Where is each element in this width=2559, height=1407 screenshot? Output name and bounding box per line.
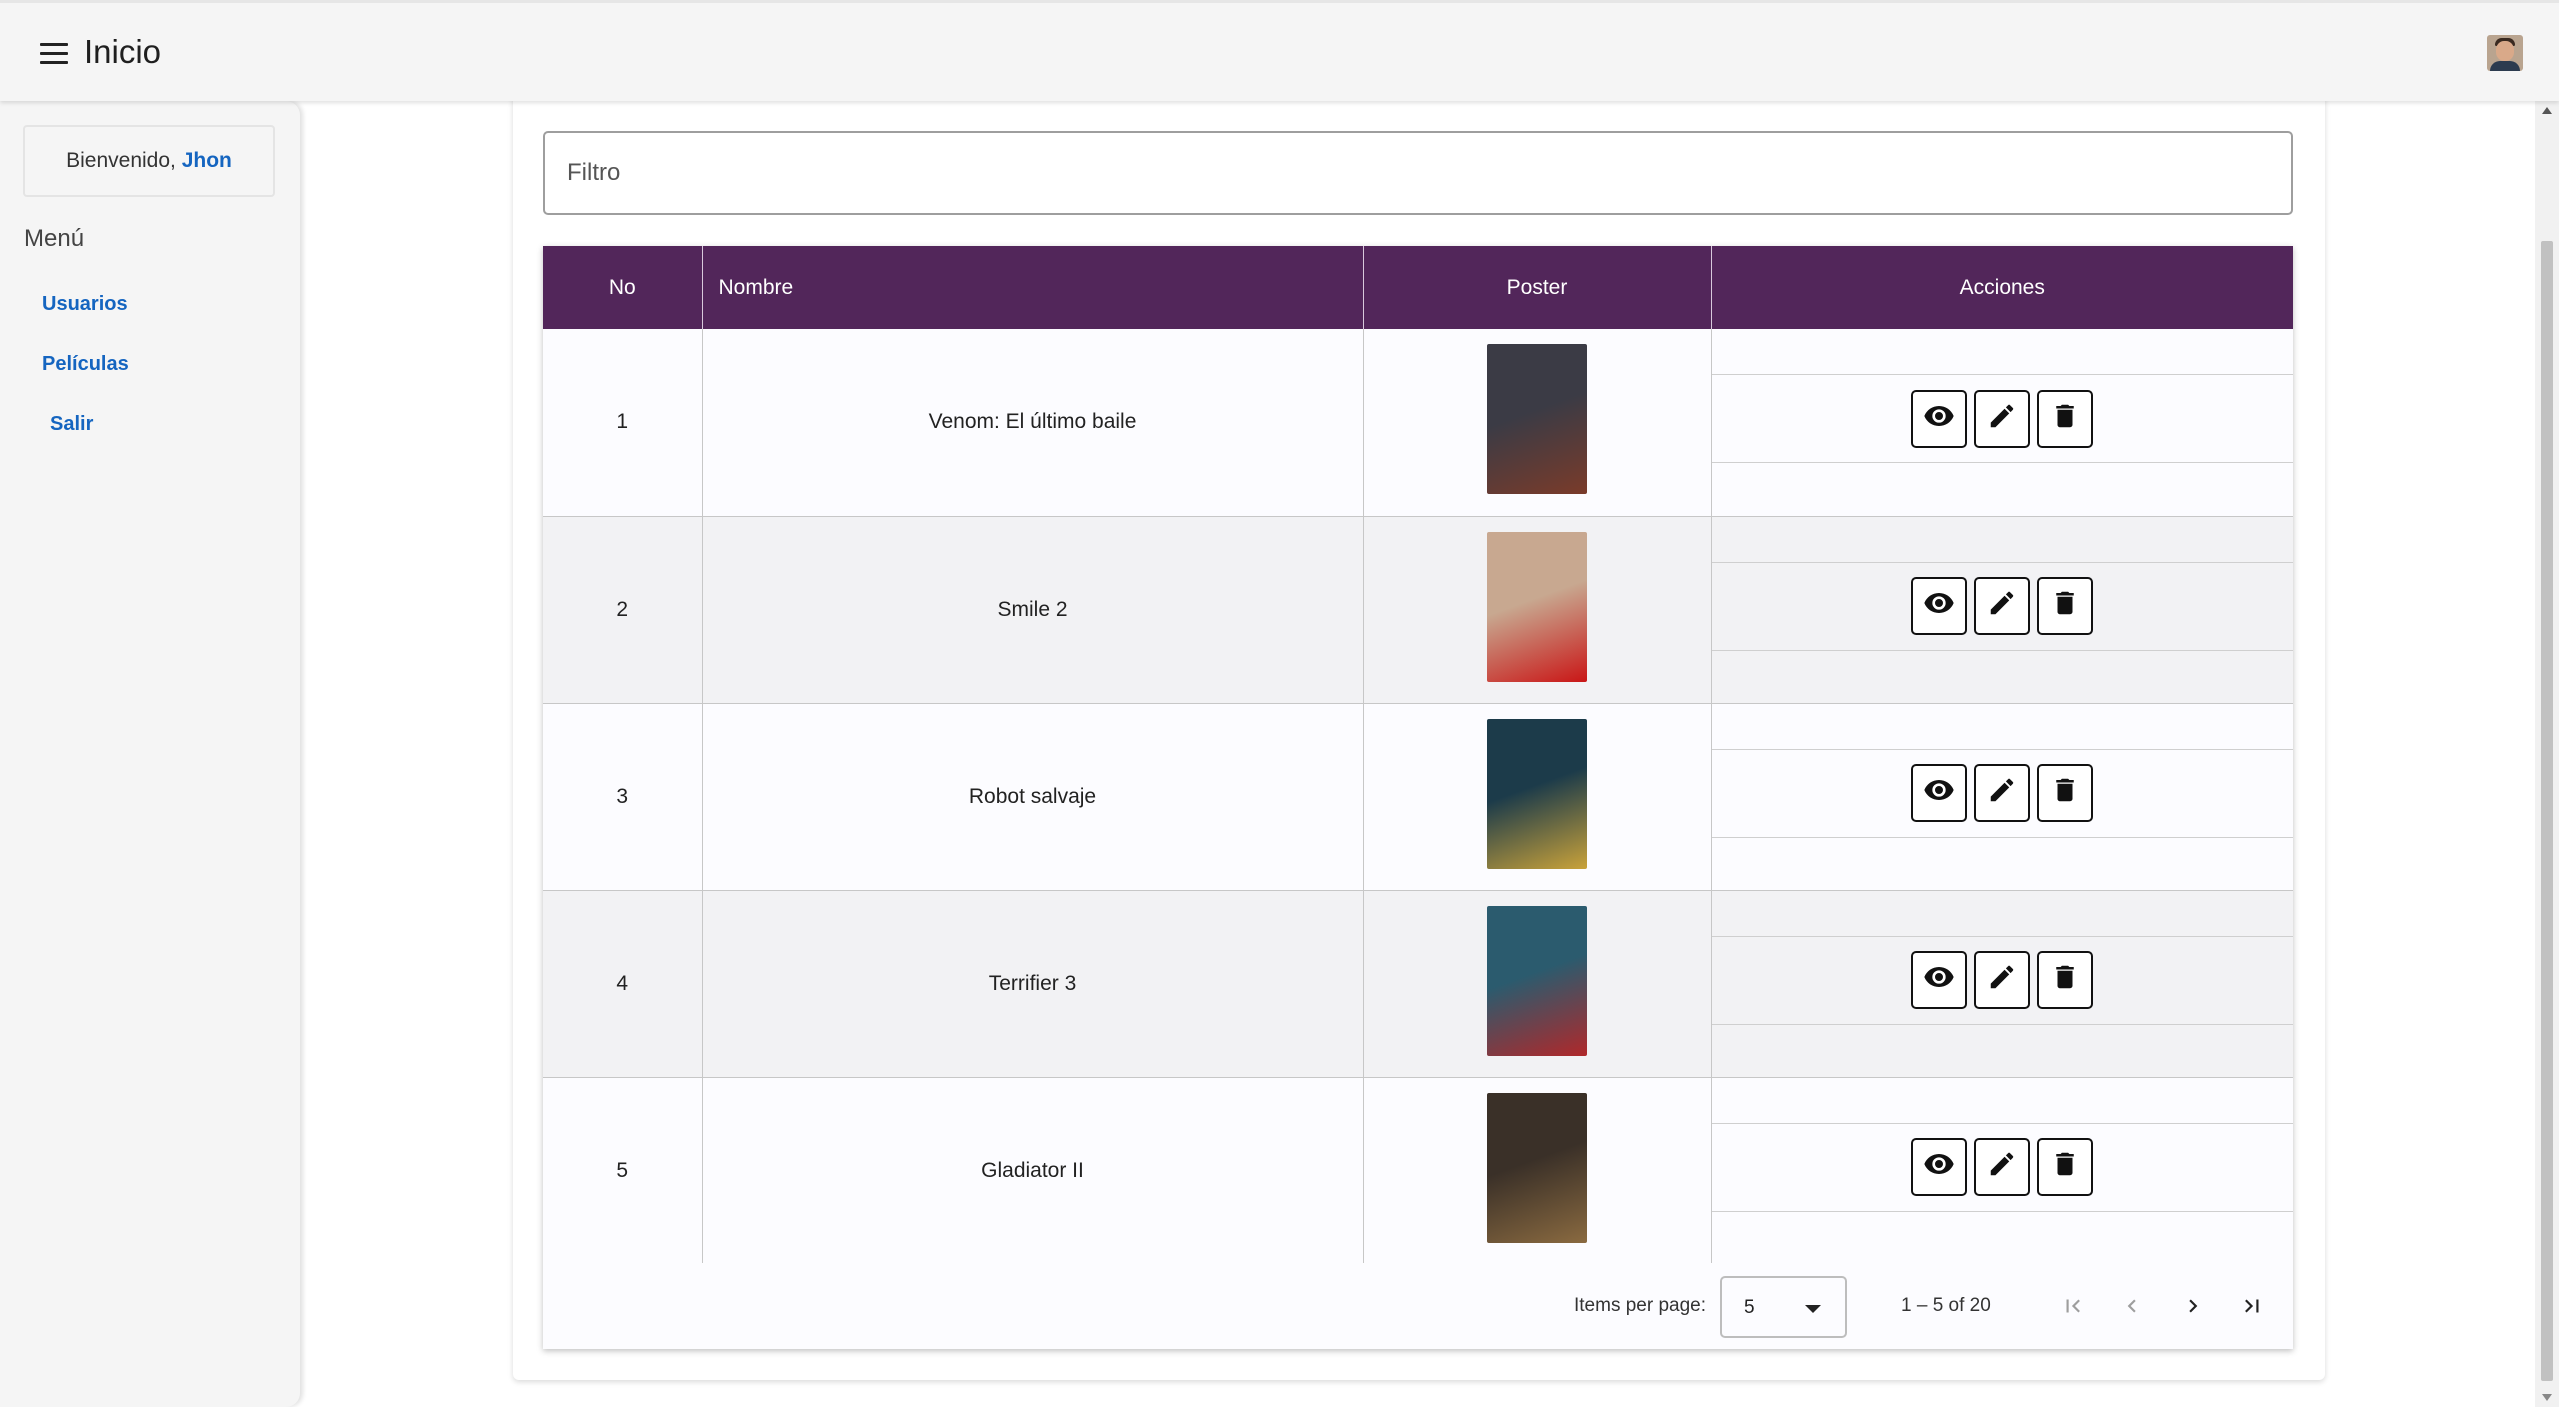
- movie-poster-image: [1487, 531, 1587, 682]
- movie-poster-image: [1487, 344, 1587, 495]
- view-button[interactable]: [1911, 951, 1968, 1009]
- welcome-box: Bienvenido, Jhon: [23, 125, 275, 197]
- first-page-icon[interactable]: [2051, 1284, 2095, 1328]
- eye-icon: [1923, 400, 1955, 438]
- avatar[interactable]: [2487, 35, 2523, 71]
- edit-button[interactable]: [1974, 577, 2031, 635]
- table-row[interactable]: 2 Smile 2: [543, 516, 2293, 704]
- edit-button[interactable]: [1974, 1138, 2031, 1196]
- trash-icon: [2050, 775, 2080, 811]
- cell-no: 2: [543, 516, 703, 704]
- movie-poster-image: [1487, 1092, 1587, 1243]
- trash-icon: [2050, 962, 2080, 998]
- actions-group: [1711, 1122, 2293, 1212]
- cell-poster: [1363, 703, 1712, 891]
- view-button[interactable]: [1911, 1138, 1968, 1196]
- delete-button[interactable]: [2037, 1138, 2094, 1196]
- actions-group: [1711, 561, 2293, 651]
- eye-icon: [1923, 587, 1955, 625]
- table-row[interactable]: 1 Venom: El último baile: [543, 329, 2293, 517]
- actions-group: [1711, 935, 2293, 1025]
- scroll-thumb[interactable]: [2541, 241, 2553, 1381]
- column-header-acciones: Acciones: [1959, 275, 2045, 299]
- scroll-down-arrow-icon[interactable]: [2542, 1394, 2552, 1401]
- edit-button[interactable]: [1974, 764, 2031, 822]
- pencil-icon: [1987, 588, 2017, 624]
- next-page-icon[interactable]: [2171, 1284, 2215, 1328]
- sidebar: Bienvenido, Jhon Menú Usuarios Películas…: [0, 101, 300, 1407]
- cell-acciones: [1711, 890, 2293, 1078]
- cell-nombre: Smile 2: [702, 516, 1364, 704]
- pencil-icon: [1987, 401, 2017, 437]
- cell-poster: [1363, 890, 1712, 1078]
- sidebar-item-peliculas[interactable]: Películas: [42, 353, 129, 376]
- cell-acciones: [1711, 516, 2293, 704]
- actions-group: [1711, 748, 2293, 838]
- eye-icon: [1923, 961, 1955, 999]
- sidebar-item-usuarios[interactable]: Usuarios: [42, 293, 128, 316]
- view-button[interactable]: [1911, 764, 1968, 822]
- items-per-page-select[interactable]: 5: [1720, 1276, 1847, 1338]
- pencil-icon: [1987, 962, 2017, 998]
- dropdown-arrow-icon: [1805, 1305, 1821, 1313]
- paginator: Items per page: 5 1 – 5 of 20: [543, 1263, 2293, 1349]
- cell-nombre: Robot salvaje: [702, 703, 1364, 891]
- pencil-icon: [1987, 775, 2017, 811]
- items-per-page-label: Items per page:: [1574, 1295, 1707, 1316]
- filter-input[interactable]: [545, 133, 2291, 213]
- page-range-label: 1 – 5 of 20: [1901, 1295, 1991, 1316]
- cell-no: 5: [543, 1077, 703, 1265]
- page-title: Inicio: [84, 33, 162, 70]
- cell-nombre: Terrifier 3: [702, 890, 1364, 1078]
- trash-icon: [2050, 588, 2080, 624]
- view-button[interactable]: [1911, 389, 1968, 448]
- column-header-no[interactable]: No: [543, 246, 703, 329]
- cell-poster: [1363, 329, 1712, 517]
- delete-button[interactable]: [2037, 764, 2094, 822]
- cell-no: 1: [543, 329, 703, 517]
- delete-button[interactable]: [2037, 951, 2094, 1009]
- previous-page-icon[interactable]: [2110, 1284, 2154, 1328]
- cell-acciones: [1711, 703, 2293, 891]
- cell-nombre: Gladiator II: [702, 1077, 1364, 1265]
- items-per-page-value: 5: [1744, 1297, 1755, 1318]
- delete-button[interactable]: [2037, 577, 2094, 635]
- cell-acciones: [1711, 329, 2293, 517]
- cell-poster: [1363, 1077, 1712, 1265]
- column-header-nombre[interactable]: Nombre: [702, 246, 1364, 329]
- view-button[interactable]: [1911, 577, 1968, 635]
- cell-no: 3: [543, 703, 703, 891]
- movie-poster-image: [1487, 718, 1587, 869]
- movies-table: No Nombre Poster Acciones 1 Venom: El últ…: [543, 246, 2293, 1349]
- movie-poster-image: [1487, 905, 1587, 1056]
- table-header-row: No Nombre Poster Acciones: [543, 246, 2293, 329]
- sidebar-item-salir[interactable]: Salir: [50, 413, 93, 436]
- table-row[interactable]: 4 Terrifier 3: [543, 890, 2293, 1078]
- welcome-text: Bienvenido,: [66, 149, 176, 172]
- edit-button[interactable]: [1974, 951, 2031, 1009]
- cell-no: 4: [543, 890, 703, 1078]
- table-row[interactable]: 3 Robot salvaje: [543, 703, 2293, 891]
- top-app-bar: Inicio: [0, 0, 2559, 101]
- trash-icon: [2050, 1149, 2080, 1185]
- edit-button[interactable]: [1974, 389, 2031, 448]
- page-scrollbar[interactable]: [2535, 101, 2559, 1407]
- hamburger-menu-icon[interactable]: [34, 37, 74, 71]
- cell-poster: [1363, 516, 1712, 704]
- filter-field[interactable]: [543, 131, 2293, 215]
- eye-icon: [1923, 1148, 1955, 1186]
- pencil-icon: [1987, 1149, 2017, 1185]
- actions-group: [1711, 374, 2293, 463]
- scroll-up-arrow-icon[interactable]: [2542, 107, 2552, 114]
- last-page-icon[interactable]: [2230, 1284, 2274, 1328]
- cell-nombre: Venom: El último baile: [702, 329, 1364, 517]
- table-row[interactable]: 5 Gladiator II: [543, 1077, 2293, 1265]
- column-header-poster: Poster: [1363, 246, 1712, 329]
- menu-title: Menú: [24, 225, 85, 252]
- eye-icon: [1923, 774, 1955, 812]
- cell-acciones: [1711, 1077, 2293, 1265]
- user-name: Jhon: [181, 149, 232, 172]
- trash-icon: [2050, 401, 2080, 437]
- delete-button[interactable]: [2037, 389, 2094, 448]
